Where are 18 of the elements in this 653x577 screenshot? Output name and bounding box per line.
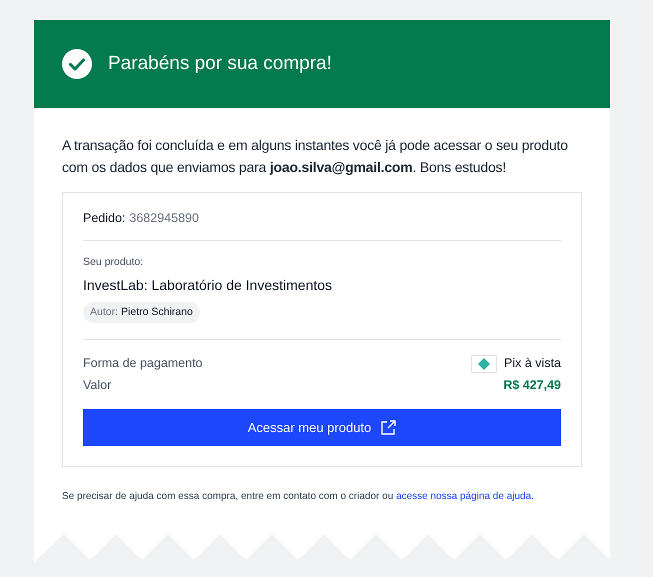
intro-text: A transação foi concluída e em alguns instantes você já pode acessar o seu produto com os dados que enviamos para joao.silva@gmail.com. Bons estudos!: [62, 136, 569, 177]
author-name: Pietro Schirano: [121, 304, 193, 320]
help-text: Se precisar de ajuda com essa compra, entre em contato com o criador ou acesse nossa página de ajuda.: [62, 490, 535, 504]
order-number: 3682945890: [129, 210, 199, 227]
header-title: Parabéns por sua compra!: [108, 52, 332, 76]
author-label: Autor:: [90, 304, 118, 320]
checkmark-icon: [62, 49, 92, 79]
product-name: InvestLab: Laboratório de Investimentos: [83, 276, 332, 294]
help-link[interactable]: acesse nossa página de ajuda.: [396, 490, 534, 502]
price-value: R$ 427,49: [503, 377, 561, 394]
product-caption: Seu produto:: [83, 254, 144, 270]
order-label: Pedido:: [83, 210, 126, 227]
pix-icon: [471, 354, 498, 373]
payment-method-label: Forma de pagamento: [83, 355, 203, 372]
access-product-button[interactable]: Acessar meu produto: [83, 408, 561, 446]
value-label: Valor: [83, 377, 112, 394]
external-link-icon: [381, 420, 396, 435]
payment-method: Pix à vista: [504, 355, 561, 372]
